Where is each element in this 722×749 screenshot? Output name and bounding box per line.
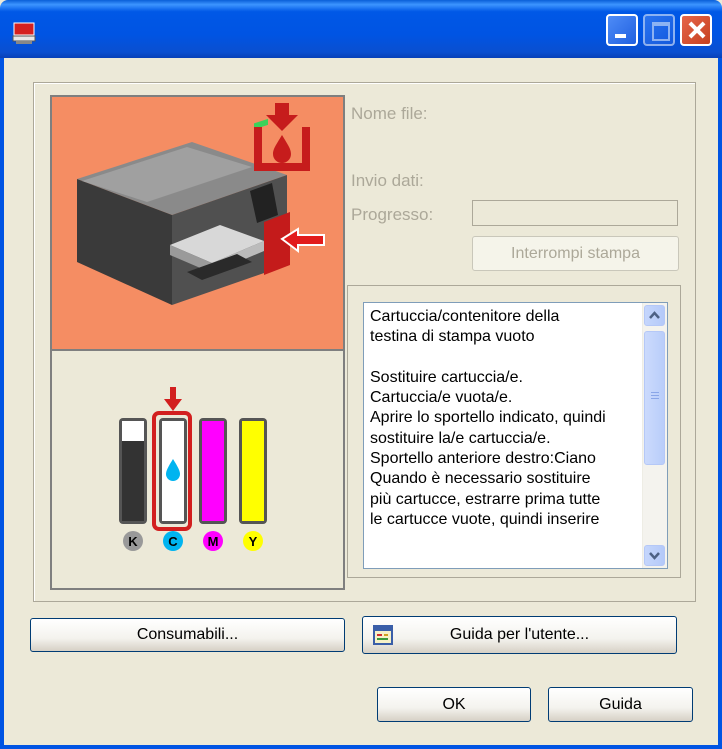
title-bar[interactable]: [0, 0, 722, 58]
window-frame-right: [718, 58, 722, 749]
svg-text:M: M: [208, 534, 219, 549]
message-text: Cartuccia/contenitore della testina di s…: [370, 308, 606, 528]
cartridge-k: [119, 418, 147, 524]
message-scrollbar[interactable]: [642, 303, 667, 568]
empty-ink-icon: [254, 103, 310, 171]
filename-label: Nome file:: [351, 104, 428, 123]
svg-text:Y: Y: [249, 534, 258, 549]
cartridge-alert-arrow: [164, 387, 182, 411]
cartridge-m: [199, 418, 227, 524]
ok-button[interactable]: OK: [377, 687, 531, 722]
printer-svg: [77, 103, 325, 305]
cartridge-label-m: M: [203, 531, 223, 551]
maximize-button: [643, 14, 675, 46]
data-send-label: Invio dati:: [351, 171, 424, 190]
scroll-down-button[interactable]: [644, 545, 665, 566]
message-textbox[interactable]: Cartuccia/contenitore della testina di s…: [363, 302, 668, 569]
window-frame-left: [0, 58, 4, 749]
ink-cartridge-panel: KCMY: [52, 351, 343, 588]
progress-bar: [472, 200, 678, 226]
supplies-button[interactable]: Consumabili...: [30, 618, 345, 652]
window-frame-bottom: [0, 745, 722, 749]
progress-label: Progresso:: [351, 205, 434, 224]
cartridge-y: [239, 418, 267, 524]
scroll-up-button[interactable]: [644, 305, 665, 326]
printer-app-icon: [12, 22, 36, 44]
minimize-button[interactable]: [606, 14, 638, 46]
printer-status-window: K C M Y Nome file: Invio dati: Progresso: I…: [0, 0, 722, 749]
cartridge-label-k: K: [123, 531, 143, 551]
svg-text:K: K: [128, 534, 138, 549]
cartridge-c: [159, 418, 187, 524]
status-image-panel: KCMY: [50, 95, 345, 590]
user-guide-label: Guida per l'utente...: [449, 626, 590, 643]
stop-print-button[interactable]: Interrompi stampa: [472, 236, 679, 271]
cartridge-svg: KCMY: [119, 387, 267, 551]
close-button[interactable]: [680, 14, 712, 46]
user-guide-button[interactable]: Guida per l'utente...: [362, 616, 677, 654]
chevron-up-icon: [649, 311, 660, 319]
cartridge-label-c: C: [163, 531, 183, 551]
chevron-down-icon: [649, 552, 660, 560]
guide-book-icon: [373, 625, 393, 645]
cartridge-label-y: Y: [243, 531, 263, 551]
help-button[interactable]: Guida: [548, 687, 693, 722]
svg-text:C: C: [168, 534, 178, 549]
scroll-thumb[interactable]: [644, 331, 665, 465]
printer-illustration: [52, 97, 343, 351]
